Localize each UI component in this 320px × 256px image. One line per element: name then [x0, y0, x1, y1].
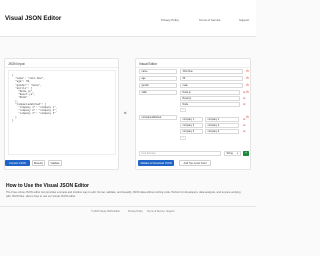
array-item-input[interactable]: React.js — [180, 96, 240, 101]
app-title: Visual JSON Editor — [5, 15, 62, 22]
field-value-input[interactable]: male — [180, 83, 243, 88]
object-key-input[interactable]: company 3 — [180, 129, 203, 134]
add-field-plus-button[interactable]: + — [243, 151, 249, 156]
footer-link-support[interactable]: Support — [166, 210, 174, 213]
delete-field-icon[interactable]: ⊖ — [246, 90, 249, 94]
delete-field-icon[interactable]: ⊖ — [246, 83, 249, 87]
array-item-input[interactable]: Node.js — [180, 90, 240, 95]
field-value-input[interactable]: John Doe — [180, 69, 243, 74]
delete-item-icon[interactable]: ⊖ — [243, 117, 246, 121]
footer: © 2025 Visual JSON Editor Privacy Policy… — [0, 206, 256, 214]
object-value-input[interactable]: company 1 — [205, 117, 239, 122]
add-item-button[interactable]: + — [180, 108, 186, 112]
how-to-title: How to Use the Visual JSON Editor — [6, 183, 89, 189]
json-input-header: JSON Input — [5, 59, 118, 68]
field-value-input[interactable]: 30 — [180, 76, 243, 81]
field-key-input[interactable]: name — [139, 69, 177, 74]
object-key-input[interactable]: company 1 — [180, 117, 203, 122]
add-item-button[interactable]: + — [180, 136, 186, 140]
field-key-input[interactable]: gender — [139, 83, 177, 88]
top-navbar: Visual JSON Editor Privacy Policy Terms … — [0, 0, 256, 37]
add-top-level-field-button[interactable]: Add Top-Level Field — [179, 160, 211, 166]
how-to-section: How to Use the Visual JSON Editor The Fr… — [4, 176, 251, 206]
delete-field-icon[interactable]: ⊖ — [246, 76, 249, 80]
delete-item-icon[interactable]: ⊖ — [243, 96, 246, 100]
delete-field-icon[interactable]: ⊖ — [246, 69, 249, 73]
visual-editor-header: Visual Editor — [136, 59, 250, 68]
nav-privacy-policy[interactable]: Privacy Policy — [161, 18, 179, 22]
delete-item-icon[interactable]: ⊖ — [243, 129, 246, 133]
delete-item-icon[interactable]: ⊖ — [243, 102, 246, 106]
validate-button[interactable]: Validate — [48, 160, 62, 166]
json-input-card: JSON Input { "name": "John Doe", "age": … — [4, 58, 119, 170]
json-input-title: JSON Input — [8, 62, 25, 66]
nav-support[interactable]: Support — [239, 18, 249, 22]
array-item-input[interactable]: Node — [180, 102, 240, 107]
visual-editor-title: Visual Editor — [139, 62, 157, 66]
field-key-input[interactable]: age — [139, 76, 177, 81]
json-textarea[interactable]: { "name": "John Doe", "age": 30, "gender… — [8, 70, 116, 155]
object-value-input[interactable]: company 3 — [205, 129, 239, 134]
object-value-input[interactable]: company 2 — [205, 123, 239, 128]
chevron-down-icon: ▾ — [237, 152, 239, 155]
json-line: "company 3": "company 3" — [12, 112, 56, 116]
validate-download-button[interactable]: Validate & Download JSON — [138, 160, 174, 166]
field-key-input[interactable]: skills — [139, 90, 177, 95]
swap-icon[interactable]: ⇄ — [124, 111, 127, 115]
beautify-button[interactable]: Beautify — [32, 160, 45, 166]
how-to-text: The Free online JSON editor tool provide… — [6, 191, 241, 198]
nav-terms-of-service[interactable]: Terms of Service — [199, 18, 221, 22]
new-field-key-input[interactable]: New field key — [139, 151, 221, 156]
object-key-input[interactable]: company 2 — [180, 123, 203, 128]
json-line: } — [12, 118, 14, 122]
footer-link-terms[interactable]: Terms of Service — [147, 210, 165, 213]
convert-json-button[interactable]: Convert JSON — [5, 160, 30, 166]
delete-item-icon[interactable]: ⊖ — [243, 123, 246, 127]
field-key-input[interactable]: companiesWorked — [139, 115, 177, 120]
footer-copyright: © 2025 Visual JSON Editor — [91, 210, 120, 213]
footer-link-privacy[interactable]: Privacy Policy — [128, 210, 143, 213]
field-type-select[interactable]: String — [224, 151, 241, 156]
delete-field-icon[interactable]: ⊖ — [246, 115, 249, 119]
